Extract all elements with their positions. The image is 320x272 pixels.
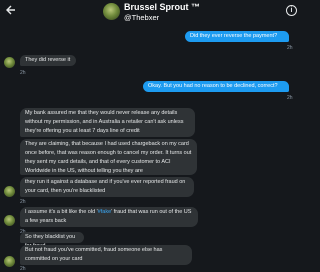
- message-text: They are claiming, that because I had us…: [25, 141, 192, 174]
- message-incoming[interactable]: they run it against a database and if yo…: [20, 177, 194, 197]
- message-outgoing[interactable]: Did they ever reverse the payment?: [185, 31, 289, 42]
- message-incoming[interactable]: They did reverse it: [20, 55, 76, 66]
- message-timestamp: 2h: [287, 95, 293, 101]
- conversation-header: Brussel Sprout ™ @Thebxer i: [0, 0, 300, 26]
- message-text: Did they ever reverse the payment?: [190, 33, 278, 39]
- contact-name[interactable]: Brussel Sprout ™: [124, 2, 200, 12]
- message-outgoing[interactable]: Okay. But you had no reason to be declin…: [143, 81, 289, 92]
- avatar[interactable]: [4, 57, 15, 68]
- message-timestamp: 2h: [20, 70, 26, 76]
- message-timestamp: 2h: [20, 199, 26, 205]
- message-text: they run it against a database and if yo…: [25, 179, 186, 194]
- message-text: My bank assured me that they would never…: [25, 110, 184, 134]
- message-timestamp: 2h: [20, 266, 26, 272]
- message-incoming[interactable]: But not fraud you've committed, fraud so…: [20, 245, 192, 265]
- message-text: But not fraud you've committed, fraud so…: [25, 247, 163, 262]
- message-text: Okay. But you had no reason to be declin…: [148, 83, 278, 89]
- message-incoming[interactable]: My bank assured me that they would never…: [20, 108, 195, 137]
- back-arrow-icon[interactable]: [4, 4, 18, 18]
- message-text: I assume it's a bit like the old ': [25, 209, 98, 215]
- message-incoming[interactable]: They are claiming, that because I had us…: [20, 139, 197, 175]
- info-icon[interactable]: i: [286, 5, 297, 16]
- avatar[interactable]: [4, 256, 15, 267]
- contact-handle[interactable]: @Thebxer: [124, 13, 159, 22]
- message-link[interactable]: #fake: [98, 209, 111, 215]
- message-incoming[interactable]: So they blacklist you for fraud: [20, 232, 84, 249]
- message-timestamp: 2h: [287, 45, 293, 51]
- avatar[interactable]: [103, 3, 120, 20]
- message-incoming[interactable]: I assume it's a bit like the old '#fake'…: [20, 207, 198, 227]
- message-text: They did reverse it: [25, 57, 71, 63]
- avatar[interactable]: [4, 186, 15, 197]
- avatar[interactable]: [4, 215, 15, 226]
